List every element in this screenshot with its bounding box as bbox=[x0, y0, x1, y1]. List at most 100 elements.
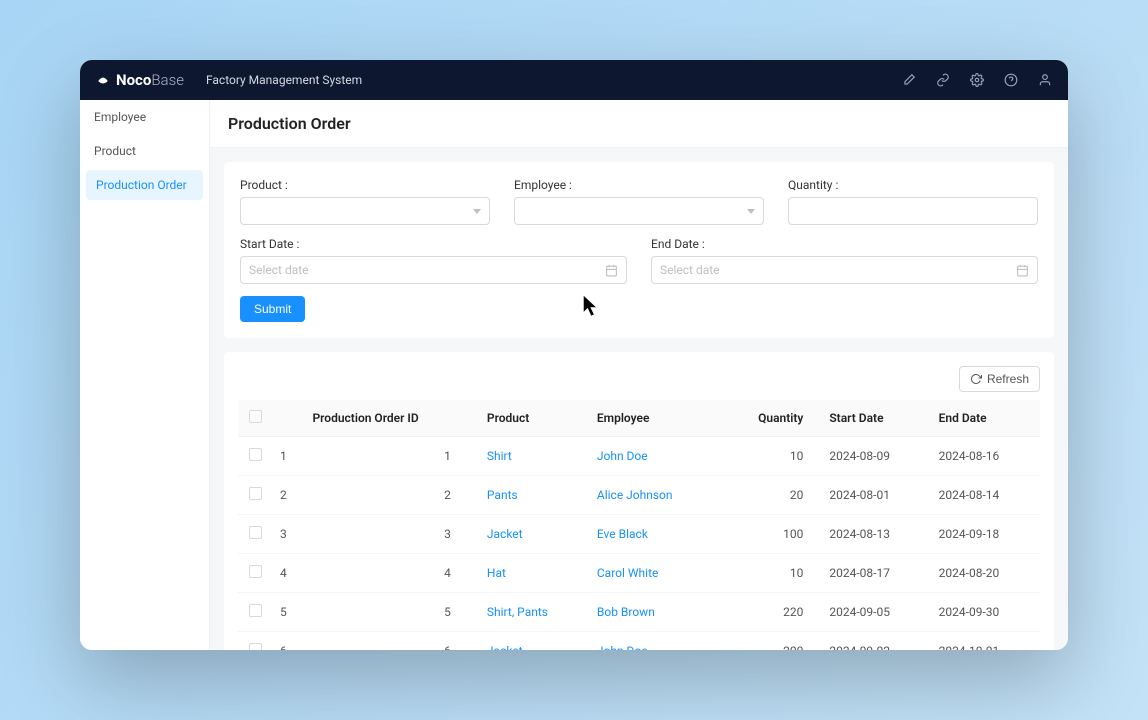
cell-product-link[interactable]: Pants bbox=[487, 488, 518, 502]
quantity-label: Quantity : bbox=[788, 178, 1038, 192]
table-row[interactable]: 5 5 Shirt, Pants Bob Brown 220 2024-09-0… bbox=[238, 593, 1040, 632]
plugin-icon[interactable] bbox=[936, 73, 950, 87]
cell-employee-link[interactable]: Bob Brown bbox=[597, 605, 655, 619]
logo[interactable]: NocoBase bbox=[96, 71, 184, 89]
cell-quantity: 220 bbox=[720, 593, 822, 632]
table-row[interactable]: 4 4 Hat Carol White 10 2024-08-17 2024-0… bbox=[238, 554, 1040, 593]
table-row[interactable]: 2 2 Pants Alice Johnson 20 2024-08-01 20… bbox=[238, 476, 1040, 515]
cell-start-date: 2024-08-09 bbox=[821, 437, 930, 476]
logo-icon bbox=[96, 73, 110, 87]
cell-employee-link[interactable]: John Doe bbox=[597, 449, 648, 463]
row-checkbox[interactable] bbox=[249, 565, 262, 578]
gear-icon[interactable] bbox=[970, 73, 984, 87]
cell-product-link[interactable]: Shirt, Pants bbox=[487, 605, 548, 619]
cell-order-id: 2 bbox=[304, 476, 478, 515]
orders-table: Production Order ID Product Employee Qua… bbox=[238, 400, 1040, 650]
cell-row-num: 6 bbox=[272, 632, 304, 651]
select-all-checkbox[interactable] bbox=[249, 410, 262, 423]
app-window: NocoBase Factory Management System Emplo… bbox=[80, 60, 1068, 650]
row-checkbox[interactable] bbox=[249, 643, 262, 650]
row-checkbox[interactable] bbox=[249, 487, 262, 500]
cell-product-link[interactable]: Jacket bbox=[487, 644, 523, 650]
col-product[interactable]: Product bbox=[479, 400, 589, 437]
cell-quantity: 10 bbox=[720, 554, 822, 593]
calendar-icon bbox=[605, 264, 618, 277]
cell-end-date: 2024-09-30 bbox=[931, 593, 1040, 632]
cell-end-date: 2024-09-18 bbox=[931, 515, 1040, 554]
cell-row-num: 3 bbox=[272, 515, 304, 554]
cell-quantity: 10 bbox=[720, 437, 822, 476]
topbar: NocoBase Factory Management System bbox=[80, 60, 1068, 100]
cell-product-link[interactable]: Jacket bbox=[487, 527, 523, 541]
cell-end-date: 2024-08-14 bbox=[931, 476, 1040, 515]
app-title[interactable]: Factory Management System bbox=[206, 73, 362, 87]
cell-row-num: 1 bbox=[272, 437, 304, 476]
help-icon[interactable] bbox=[1004, 73, 1018, 87]
employee-select[interactable] bbox=[514, 197, 764, 225]
cell-product-link[interactable]: Hat bbox=[487, 566, 506, 580]
cell-start-date: 2024-09-05 bbox=[821, 593, 930, 632]
refresh-label: Refresh bbox=[987, 372, 1029, 386]
product-label: Product : bbox=[240, 178, 490, 192]
col-end-date[interactable]: End Date bbox=[931, 400, 1040, 437]
row-checkbox[interactable] bbox=[249, 448, 262, 461]
start-date-input[interactable]: Select date bbox=[240, 256, 627, 284]
logo-text-bold: Noco bbox=[116, 71, 151, 89]
refresh-button[interactable]: Refresh bbox=[959, 366, 1040, 392]
table-header-row: Production Order ID Product Employee Qua… bbox=[238, 400, 1040, 437]
cell-quantity: 100 bbox=[720, 515, 822, 554]
end-date-input[interactable]: Select date bbox=[651, 256, 1038, 284]
start-date-placeholder: Select date bbox=[249, 263, 309, 277]
cell-product-link[interactable]: Shirt bbox=[487, 449, 512, 463]
cell-start-date: 2024-08-17 bbox=[821, 554, 930, 593]
col-row-num bbox=[272, 400, 304, 437]
cell-order-id: 1 bbox=[304, 437, 478, 476]
logo-text-light: Base bbox=[151, 71, 184, 89]
row-checkbox[interactable] bbox=[249, 526, 262, 539]
refresh-icon bbox=[970, 373, 982, 385]
col-order-id[interactable]: Production Order ID bbox=[304, 400, 478, 437]
table-row[interactable]: 1 1 Shirt John Doe 10 2024-08-09 2024-08… bbox=[238, 437, 1040, 476]
start-date-label: Start Date : bbox=[240, 237, 627, 251]
cell-quantity: 200 bbox=[720, 632, 822, 651]
col-start-date[interactable]: Start Date bbox=[821, 400, 930, 437]
edit-icon[interactable] bbox=[902, 73, 916, 87]
cell-start-date: 2024-08-01 bbox=[821, 476, 930, 515]
page-title: Production Order bbox=[210, 100, 1068, 148]
sidebar: Employee Product Production Order bbox=[80, 100, 210, 650]
product-select[interactable] bbox=[240, 197, 490, 225]
filter-form-panel: Product : Employee : Quantity : Start Da… bbox=[224, 162, 1054, 338]
end-date-placeholder: Select date bbox=[660, 263, 720, 277]
cell-employee-link[interactable]: Carol White bbox=[597, 566, 659, 580]
topbar-icons bbox=[902, 73, 1052, 87]
quantity-input[interactable] bbox=[788, 197, 1038, 225]
sidebar-item-employee[interactable]: Employee bbox=[80, 100, 209, 134]
user-icon[interactable] bbox=[1038, 73, 1052, 87]
cell-quantity: 20 bbox=[720, 476, 822, 515]
cell-order-id: 3 bbox=[304, 515, 478, 554]
cell-order-id: 5 bbox=[304, 593, 478, 632]
col-quantity[interactable]: Quantity bbox=[720, 400, 822, 437]
table-panel: Refresh Production Order ID Product Empl… bbox=[224, 352, 1054, 650]
cell-row-num: 4 bbox=[272, 554, 304, 593]
cell-employee-link[interactable]: John Doe bbox=[597, 644, 648, 650]
cell-end-date: 2024-10-01 bbox=[931, 632, 1040, 651]
cell-employee-link[interactable]: Eve Black bbox=[597, 527, 648, 541]
cell-end-date: 2024-08-20 bbox=[931, 554, 1040, 593]
cell-row-num: 2 bbox=[272, 476, 304, 515]
row-checkbox[interactable] bbox=[249, 604, 262, 617]
sidebar-item-production-order[interactable]: Production Order bbox=[86, 170, 203, 200]
sidebar-item-product[interactable]: Product bbox=[80, 134, 209, 168]
col-employee[interactable]: Employee bbox=[589, 400, 720, 437]
cell-order-id: 4 bbox=[304, 554, 478, 593]
table-row[interactable]: 3 3 Jacket Eve Black 100 2024-08-13 2024… bbox=[238, 515, 1040, 554]
end-date-label: End Date : bbox=[651, 237, 1038, 251]
cell-start-date: 2024-09-02 bbox=[821, 632, 930, 651]
cell-order-id: 6 bbox=[304, 632, 478, 651]
cell-employee-link[interactable]: Alice Johnson bbox=[597, 488, 673, 502]
submit-button[interactable]: Submit bbox=[240, 296, 305, 322]
table-row[interactable]: 6 6 Jacket John Doe 200 2024-09-02 2024-… bbox=[238, 632, 1040, 651]
cell-row-num: 5 bbox=[272, 593, 304, 632]
calendar-icon bbox=[1016, 264, 1029, 277]
cell-end-date: 2024-08-16 bbox=[931, 437, 1040, 476]
